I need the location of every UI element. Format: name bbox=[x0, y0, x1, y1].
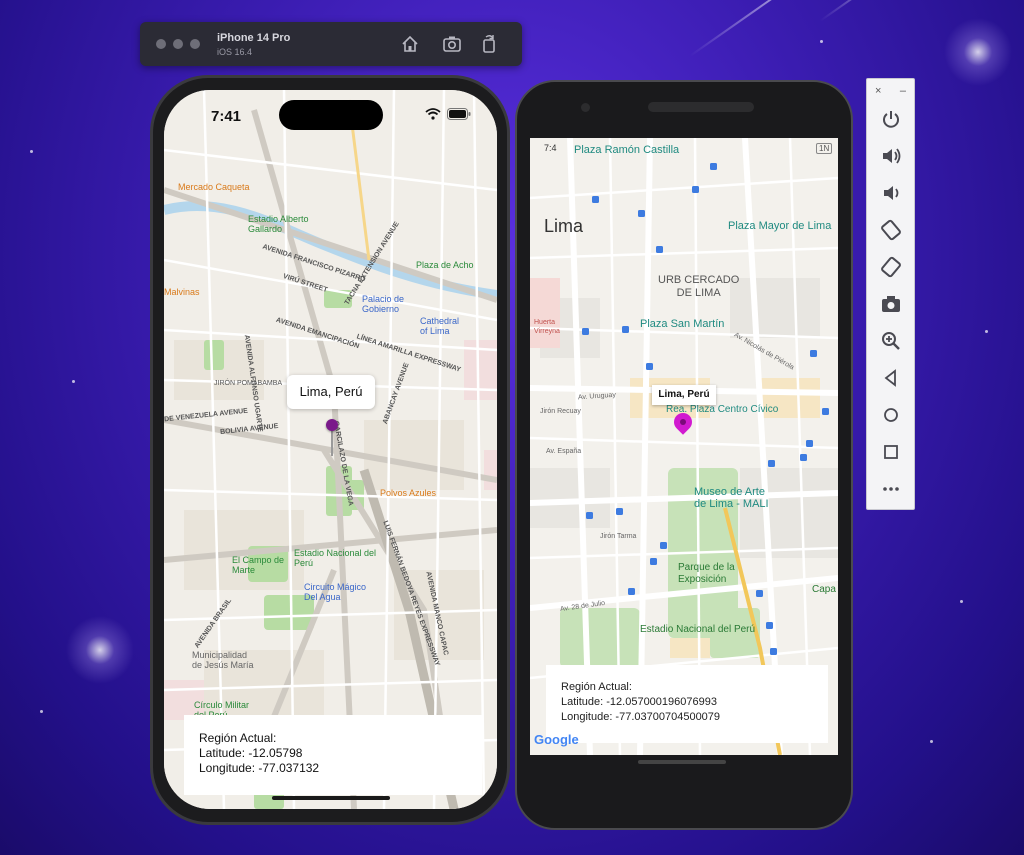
os-version: iOS 16.4 bbox=[217, 47, 253, 57]
home-icon[interactable] bbox=[879, 403, 903, 427]
area-label: Huerta Virreyna bbox=[534, 319, 560, 335]
poi-label: Cathedral of Lima bbox=[420, 316, 460, 336]
poi-label: Parque de la Exposición bbox=[678, 562, 735, 585]
home-indicator[interactable] bbox=[272, 796, 390, 800]
marker-callout[interactable]: Lima, Perú bbox=[287, 375, 375, 409]
rotate-left-icon[interactable] bbox=[879, 218, 903, 242]
marker-callout[interactable]: Lima, Perú bbox=[652, 385, 716, 405]
close-dot[interactable] bbox=[156, 39, 166, 49]
google-logo: Google bbox=[534, 732, 579, 747]
simulator-toolbar: iPhone 14 Pro iOS 16.4 bbox=[140, 22, 522, 66]
poi-label: Palacio de Gobierno bbox=[362, 294, 405, 314]
poi-label: Polvos Azules bbox=[380, 488, 437, 498]
android-map-screen[interactable]: 7:4 1N Plaza Ramón Castilla Lima Plaza M… bbox=[530, 138, 838, 755]
longitude-value: Longitude: -77.037132 bbox=[199, 761, 320, 775]
rotate-icon[interactable] bbox=[478, 33, 500, 55]
background-sparkle bbox=[938, 12, 1018, 92]
status-time: 7:4 bbox=[544, 143, 557, 153]
region-title: Región Actual: bbox=[561, 681, 632, 693]
poi-label: Estadio Nacional del Perú bbox=[640, 624, 756, 635]
android-nav-bar[interactable] bbox=[638, 760, 726, 764]
background-streak bbox=[689, 0, 789, 57]
zoom-dot[interactable] bbox=[190, 39, 200, 49]
background-star bbox=[40, 710, 43, 713]
pin-stem bbox=[331, 430, 333, 456]
dynamic-island bbox=[279, 100, 383, 130]
home-icon[interactable] bbox=[399, 33, 421, 55]
android-speaker bbox=[648, 102, 754, 112]
emulator-toolbar: × – bbox=[866, 78, 915, 510]
background-star bbox=[30, 150, 33, 153]
window-controls[interactable] bbox=[156, 39, 200, 49]
road-number: 1N bbox=[816, 143, 833, 154]
poi-label: Circuito Mágico Del Agua bbox=[304, 582, 367, 602]
android-camera bbox=[581, 103, 590, 112]
poi-label: El Campo de Marte bbox=[232, 555, 285, 575]
background-star bbox=[930, 740, 933, 743]
longitude-value: Longitude: -77.03700704500079 bbox=[561, 711, 721, 723]
zoom-icon[interactable] bbox=[879, 329, 903, 353]
district-label: URB CERCADO DE LIMA bbox=[658, 274, 740, 299]
background-star bbox=[960, 600, 963, 603]
latitude-value: Latitude: -12.05798 bbox=[199, 746, 303, 760]
poi-label: Museo de Arte de Lima - MALI bbox=[694, 486, 769, 510]
battery-icon bbox=[447, 108, 471, 120]
background-sparkle bbox=[60, 610, 140, 690]
street-label: Av. España bbox=[546, 448, 582, 455]
region-info-card: Región Actual: Latitude: -12.05700019607… bbox=[546, 665, 828, 743]
region-info-card: Región Actual: Latitude: -12.05798 Longi… bbox=[184, 715, 482, 795]
close-icon[interactable]: × bbox=[875, 85, 881, 97]
rotate-right-icon[interactable] bbox=[879, 255, 903, 279]
power-icon[interactable] bbox=[879, 107, 903, 131]
minimize-icon[interactable]: – bbox=[900, 85, 906, 97]
region-title: Región Actual: bbox=[199, 731, 277, 745]
poi-label: Plaza de Acho bbox=[416, 260, 474, 270]
background-star bbox=[985, 330, 988, 333]
volume-down-icon[interactable] bbox=[879, 181, 903, 205]
latitude-value: Latitude: -12.057000196076993 bbox=[561, 696, 717, 708]
overview-icon[interactable] bbox=[879, 440, 903, 464]
ios-map-screen[interactable]: AVENIDA FRANCISCO PIZARRO TACNA EXTENSIO… bbox=[164, 90, 497, 809]
google-logo-text: Google bbox=[534, 732, 579, 747]
status-time: 7:41 bbox=[211, 108, 242, 125]
device-name: iPhone 14 Pro bbox=[217, 32, 291, 44]
poi-label: Mercado Caqueta bbox=[178, 182, 250, 192]
camera-icon[interactable] bbox=[879, 292, 903, 316]
street-label: Jirón Tarma bbox=[600, 533, 637, 540]
volume-up-icon[interactable] bbox=[879, 144, 903, 168]
street-label: Jirón Recuay bbox=[540, 408, 581, 415]
map-pin-dot bbox=[680, 419, 686, 425]
background-star bbox=[72, 380, 75, 383]
background-streak bbox=[819, 0, 895, 22]
map-pin-icon[interactable] bbox=[326, 419, 338, 431]
background-star bbox=[820, 40, 823, 43]
poi-label: Capa bbox=[812, 584, 836, 595]
street-label: JIRÓN POMABAMBA bbox=[214, 380, 283, 387]
poi-label: Estadio Alberto Gallardo bbox=[248, 214, 309, 234]
poi-label: Plaza Mayor de Lima bbox=[728, 220, 832, 232]
poi-label: Estadio Nacional del Perú bbox=[294, 548, 377, 568]
wifi-icon bbox=[425, 108, 441, 120]
poi-label: Plaza Ramón Castilla bbox=[574, 144, 680, 156]
status-icons bbox=[425, 108, 471, 120]
minimize-dot[interactable] bbox=[173, 39, 183, 49]
poi-label: Malvinas bbox=[164, 287, 200, 297]
more-icon[interactable] bbox=[879, 477, 903, 501]
poi-label: Plaza San Martín bbox=[640, 318, 725, 330]
back-icon[interactable] bbox=[879, 366, 903, 390]
city-label: Lima bbox=[544, 216, 584, 236]
poi-label: Municipalidad de Jesús María bbox=[192, 650, 254, 670]
screenshot-icon[interactable] bbox=[441, 33, 463, 55]
